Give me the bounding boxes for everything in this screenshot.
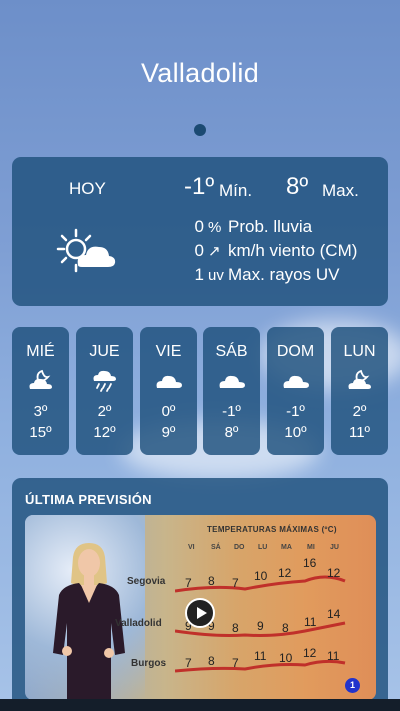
video-day-label: DO — [234, 544, 245, 551]
day-max-temp: 10º — [284, 424, 307, 441]
channel-badge: 1 — [345, 678, 360, 693]
video-temp: 8 — [208, 574, 215, 588]
video-temp: 10 — [279, 651, 293, 665]
rain-probability: 0% Prob. lluvia — [194, 217, 313, 236]
day-name: LUN — [343, 343, 376, 360]
day-name: JUE — [89, 343, 120, 360]
day-card-dom[interactable]: DOM -1º 10º — [267, 327, 324, 455]
video-day-label: VI — [188, 544, 195, 551]
wind-speed: 0 ↗ km/h viento (CM) — [194, 241, 358, 260]
page-indicator-dot[interactable] — [194, 124, 206, 136]
day-max-temp: 12º — [93, 424, 116, 441]
day-name: SÁB — [215, 343, 248, 360]
today-label: HOY — [69, 179, 106, 198]
video-temp: 12 — [278, 566, 292, 580]
cloud-icon — [156, 375, 182, 388]
day-card-vie[interactable]: VIE 0º 9º — [140, 327, 197, 455]
video-day-label: SÁ — [211, 544, 221, 551]
video-temp: 10 — [254, 569, 268, 583]
section-title: ÚLTIMA PREVISIÓN — [25, 492, 152, 507]
day-min-temp: -1º — [286, 403, 305, 420]
video-day-label: LU — [258, 544, 268, 551]
day-name: MIÉ — [26, 343, 55, 360]
video-temp: 7 — [185, 576, 192, 590]
daily-forecast: MIÉ 3º 15º JUE 2º 12º VIE 0º 9º SÁB -1º … — [12, 327, 388, 455]
video-temp: 8 — [282, 621, 289, 635]
day-max-temp: 9º — [161, 424, 176, 441]
video-temp: 12 — [327, 566, 341, 580]
video-day-label: MA — [281, 544, 292, 551]
day-card-sab[interactable]: SÁB -1º 8º — [203, 327, 260, 455]
video-temp: 11 — [327, 649, 340, 663]
partly-sunny-icon — [56, 227, 118, 282]
today-max-label: Max. — [322, 181, 359, 200]
rain-icon — [93, 370, 116, 392]
video-temp: 9 — [257, 619, 264, 633]
video-temp: 11 — [254, 649, 267, 663]
forecast-video[interactable]: TEMPERATURAS MÁXIMAS (ºC) VI SÁ DO LU MA… — [25, 515, 376, 700]
latest-forecast-section: ÚLTIMA PREVISIÓN TEMPERATURAS MÁXIMAS (º… — [12, 478, 388, 711]
video-temp: 7 — [232, 576, 239, 590]
play-button[interactable] — [185, 598, 215, 628]
video-temp: 11 — [304, 615, 317, 629]
video-temp: 7 — [185, 656, 192, 670]
system-navigation-bar — [0, 699, 400, 711]
video-city-label: Valladolid — [115, 618, 162, 629]
day-min-temp: -1º — [222, 403, 241, 420]
day-card-mie[interactable]: MIÉ 3º 15º — [12, 327, 69, 455]
cloud-moon-icon — [348, 369, 371, 389]
video-heading: TEMPERATURAS MÁXIMAS (ºC) — [207, 525, 337, 534]
video-city-label: Segovia — [127, 576, 166, 587]
day-max-temp: 15º — [29, 424, 52, 441]
uv-index: 1 uv Max. rayos UV — [194, 265, 340, 284]
day-card-jue[interactable]: JUE 2º 12º — [76, 327, 133, 455]
video-temp: 8 — [208, 654, 215, 668]
today-min-temp: -1º — [184, 173, 215, 200]
day-max-temp: 11º — [348, 424, 371, 441]
video-temp: 8 — [232, 621, 239, 635]
day-card-lun[interactable]: LUN 2º 11º — [331, 327, 388, 455]
video-temp: 12 — [303, 646, 317, 660]
video-city-label: Burgos — [131, 658, 166, 669]
day-min-temp: 3º — [33, 403, 48, 420]
cloud-icon — [219, 375, 245, 388]
cloud-moon-icon — [29, 369, 52, 389]
day-name: DOM — [276, 343, 315, 360]
day-max-temp: 8º — [224, 424, 239, 441]
video-temp: 7 — [232, 656, 239, 670]
day-min-temp: 0º — [161, 403, 176, 420]
video-temp: 14 — [327, 607, 341, 621]
day-name: VIE — [155, 343, 182, 360]
today-min-label: Mín. — [219, 181, 253, 200]
city-name: Valladolid — [140, 58, 260, 88]
video-temp: 16 — [303, 556, 317, 570]
cloud-icon — [283, 375, 309, 388]
today-max-temp: 8º — [286, 173, 309, 200]
video-day-label: MI — [307, 544, 315, 551]
day-min-temp: 2º — [97, 403, 112, 420]
wind-direction-icon: ↗ — [208, 243, 221, 260]
today-card[interactable]: HOY -1º Mín. 8º Max. 0% Prob. lluvia 0 ↗ km… — [12, 157, 388, 306]
day-min-temp: 2º — [352, 403, 367, 420]
video-day-label: JU — [330, 544, 339, 551]
